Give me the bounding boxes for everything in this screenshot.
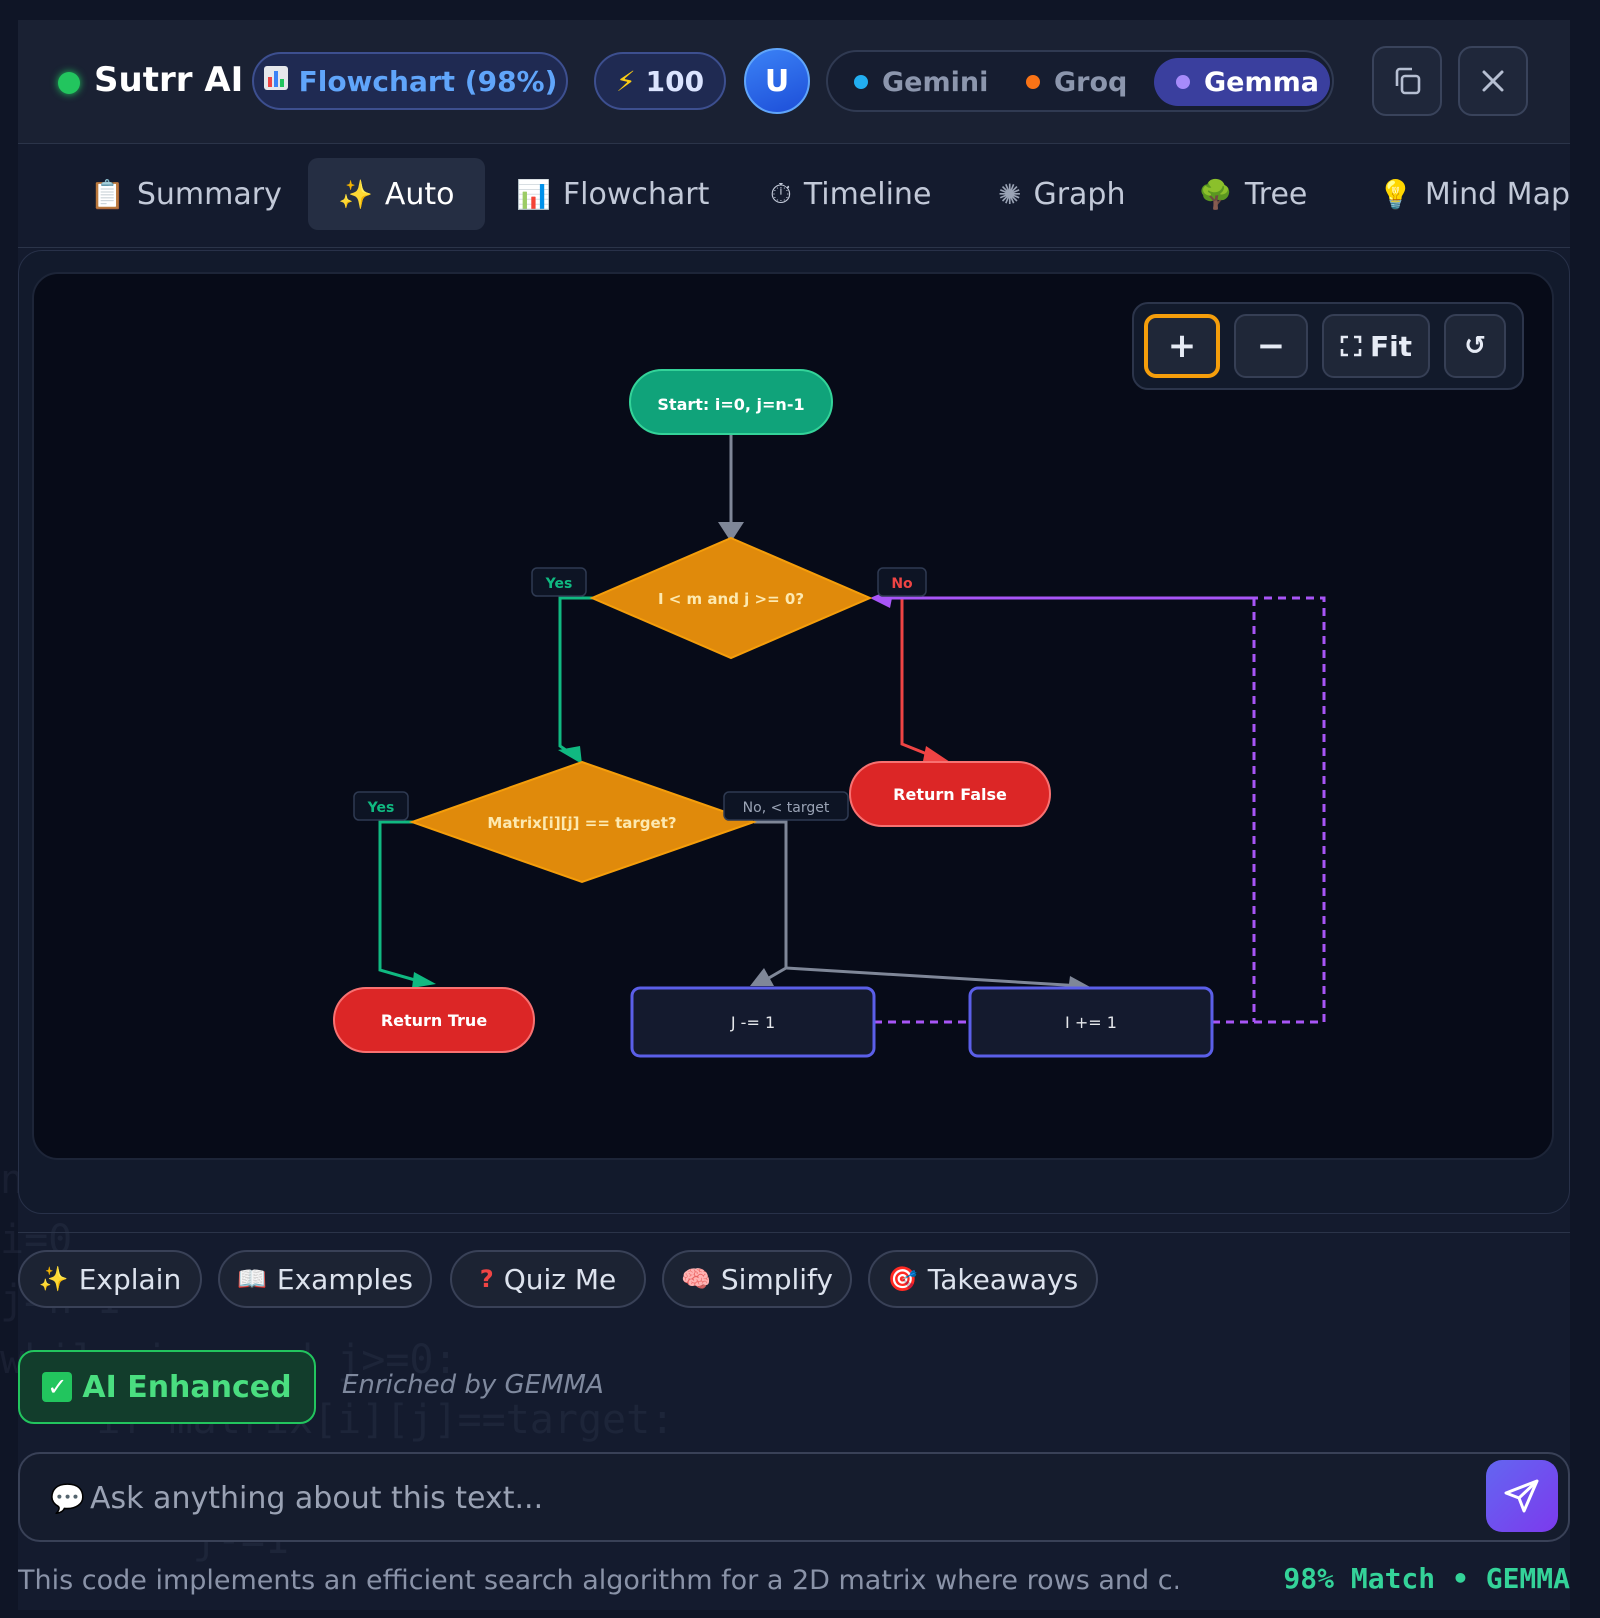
sparkles-icon: ✨ (338, 177, 373, 211)
flowchart-svg: Start: i=0, j=n-1 I < m and j >= 0? Matr… (333, 369, 1326, 1058)
mode-badge[interactable]: Flowchart (98%) (252, 52, 568, 110)
tab-auto[interactable]: ✨ Auto (308, 158, 485, 230)
sparkles-icon: ✨ (38, 1265, 69, 1293)
edge-label-yes: Yes (367, 800, 395, 816)
model-selector: Gemini Groq Gemma (826, 50, 1334, 112)
model-dot-icon (1026, 75, 1040, 89)
tab-label: Summary (136, 176, 282, 212)
explain-button[interactable]: ✨ Explain (18, 1250, 202, 1308)
fit-button[interactable]: Fit (1322, 314, 1430, 378)
view-tabs: 📋 Summary ✨ Auto 📊 Flowchart ⏱ Timeline ✺ Gra… (18, 144, 1570, 248)
node-condition-match-label: Matrix[i][j] == target? (487, 814, 676, 832)
close-icon (1482, 70, 1504, 92)
model-label: Gemma (1204, 66, 1319, 98)
arrowhead-icon (412, 972, 436, 988)
edge-label-no: No (891, 576, 913, 592)
enriched-by-text: Enriched by GEMMA (342, 1370, 604, 1400)
node-return-false-label: Return False (893, 785, 1007, 804)
model-label: Gemini (882, 66, 989, 98)
tab-label: Auto (384, 176, 455, 212)
edge-cond1-no (900, 598, 933, 758)
tab-label: Flowchart (562, 176, 710, 212)
model-label: Groq (1054, 66, 1128, 98)
zoom-in-button[interactable]: + (1144, 314, 1220, 378)
model-option-gemini[interactable]: Gemini (854, 58, 988, 106)
edge-cond1-yes (558, 596, 594, 762)
edge-cond2-yes (378, 820, 423, 984)
node-start-label: Start: i=0, j=n-1 (657, 395, 804, 414)
mode-badge-label: Flowchart (98%) (298, 64, 558, 98)
book-icon: 📖 (237, 1265, 267, 1293)
score-badge[interactable]: ⚡ 100 (594, 52, 726, 110)
node-decrement-j-label: J -= 1 (730, 1013, 775, 1032)
app-title: Sutrr AI (94, 60, 244, 100)
web-icon: ✺ (998, 177, 1022, 211)
lightbulb-icon: 💡 (1378, 177, 1413, 211)
edge-loop-inc-i (1212, 596, 1326, 1024)
send-button[interactable] (1486, 1460, 1558, 1532)
reset-button[interactable]: ↺ (1444, 314, 1506, 378)
chip-label: Quiz Me (503, 1262, 617, 1296)
lightning-icon: ⚡ (615, 64, 636, 98)
node-condition-loop-label: I < m and j >= 0? (658, 590, 804, 608)
chip-label: Simplify (720, 1262, 833, 1296)
user-avatar[interactable]: U (744, 48, 810, 114)
summary-preview: This code implements an efficient search… (18, 1565, 1178, 1596)
simplify-button[interactable]: 🧠 Simplify (662, 1250, 852, 1308)
tab-graph[interactable]: ✺ Graph (998, 158, 1126, 230)
ai-enhanced-label: AI Enhanced (82, 1369, 292, 1405)
tab-label: Graph (1033, 176, 1126, 212)
tab-summary[interactable]: 📋 Summary (90, 158, 282, 230)
tab-label: Mind Map (1424, 176, 1570, 212)
clipboard-icon: 📋 (90, 177, 125, 211)
copy-button[interactable] (1372, 46, 1442, 116)
copy-icon (1395, 67, 1421, 95)
speech-bubble-icon: 💬 (50, 1482, 85, 1515)
status-dot-icon (58, 72, 80, 94)
edge-label-no-less: No, < target (743, 800, 830, 816)
flowchart-canvas[interactable]: Start: i=0, j=n-1 I < m and j >= 0? Matr… (32, 272, 1554, 1160)
question-icon: ? (479, 1265, 494, 1293)
bar-chart-icon (263, 65, 289, 98)
divider (18, 1232, 1570, 1233)
fullscreen-icon (1340, 335, 1362, 357)
ask-box: 💬 (18, 1452, 1570, 1542)
ai-enhanced-badge: ✓ AI Enhanced (18, 1350, 316, 1424)
tree-icon: 🌳 (1198, 177, 1233, 211)
zoom-out-button[interactable]: − (1234, 314, 1308, 378)
quiz-me-button[interactable]: ? Quiz Me (450, 1250, 646, 1308)
node-return-true-label: Return True (381, 1011, 488, 1030)
brain-icon: 🧠 (681, 1265, 711, 1293)
score-value: 100 (645, 64, 705, 98)
node-increment-i-label: I += 1 (1065, 1013, 1117, 1032)
match-indicator: 98% Match • GEMMA (1283, 1562, 1570, 1595)
model-dot-icon (854, 75, 868, 89)
tab-timeline[interactable]: ⏱ Timeline (770, 158, 931, 230)
edge-cond2-no (754, 820, 788, 968)
chip-label: Examples (276, 1262, 413, 1296)
fit-label: Fit (1369, 329, 1413, 363)
model-option-groq[interactable]: Groq (1026, 58, 1127, 106)
tab-tree[interactable]: 🌳 Tree (1198, 158, 1307, 230)
chip-label: Explain (78, 1262, 182, 1296)
model-dot-icon (1176, 75, 1190, 89)
chip-label: Takeaways (927, 1262, 1079, 1296)
tab-flowchart[interactable]: 📊 Flowchart (516, 158, 709, 230)
tab-mind-map[interactable]: 💡 Mind Map (1378, 158, 1570, 230)
target-icon: 🎯 (887, 1265, 918, 1293)
close-button[interactable] (1458, 46, 1528, 116)
stopwatch-icon: ⏱ (770, 177, 792, 210)
model-option-gemma[interactable]: Gemma (1154, 58, 1330, 106)
takeaways-button[interactable]: 🎯 Takeaways (868, 1250, 1098, 1308)
tab-label: Timeline (803, 176, 932, 212)
send-icon (1504, 1479, 1539, 1513)
ask-input[interactable] (90, 1472, 1470, 1524)
checkmark-icon: ✓ (42, 1372, 73, 1402)
examples-button[interactable]: 📖 Examples (218, 1250, 432, 1308)
edge-label-yes: Yes (545, 576, 573, 592)
edge-to-inc-i (785, 966, 1083, 988)
bar-chart-icon: 📊 (516, 177, 551, 211)
tab-label: Tree (1244, 176, 1308, 212)
zoom-controls: + − Fit ↺ (1132, 302, 1524, 390)
